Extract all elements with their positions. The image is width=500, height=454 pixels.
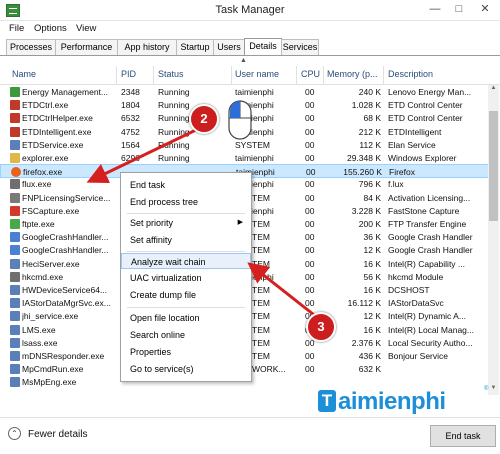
step-badge-2: 2 [189, 104, 219, 134]
watermark-text: aimienphi [338, 388, 446, 415]
arrow-to-firefox [86, 126, 201, 183]
fewer-details-link[interactable]: Fewer details [28, 429, 87, 440]
watermark-letter: T [318, 390, 336, 412]
arrow-to-analyze [247, 262, 319, 320]
footer-bar: ⌃ Fewer details End task [0, 417, 500, 454]
watermark-logo: T aimienphi ® [318, 382, 500, 422]
step-badge-3: 3 [306, 312, 336, 342]
mouse-icon [228, 100, 252, 140]
chevron-up-icon[interactable]: ⌃ [8, 427, 21, 440]
end-task-button[interactable]: End task [430, 425, 496, 447]
watermark-tm: ® [484, 386, 489, 392]
